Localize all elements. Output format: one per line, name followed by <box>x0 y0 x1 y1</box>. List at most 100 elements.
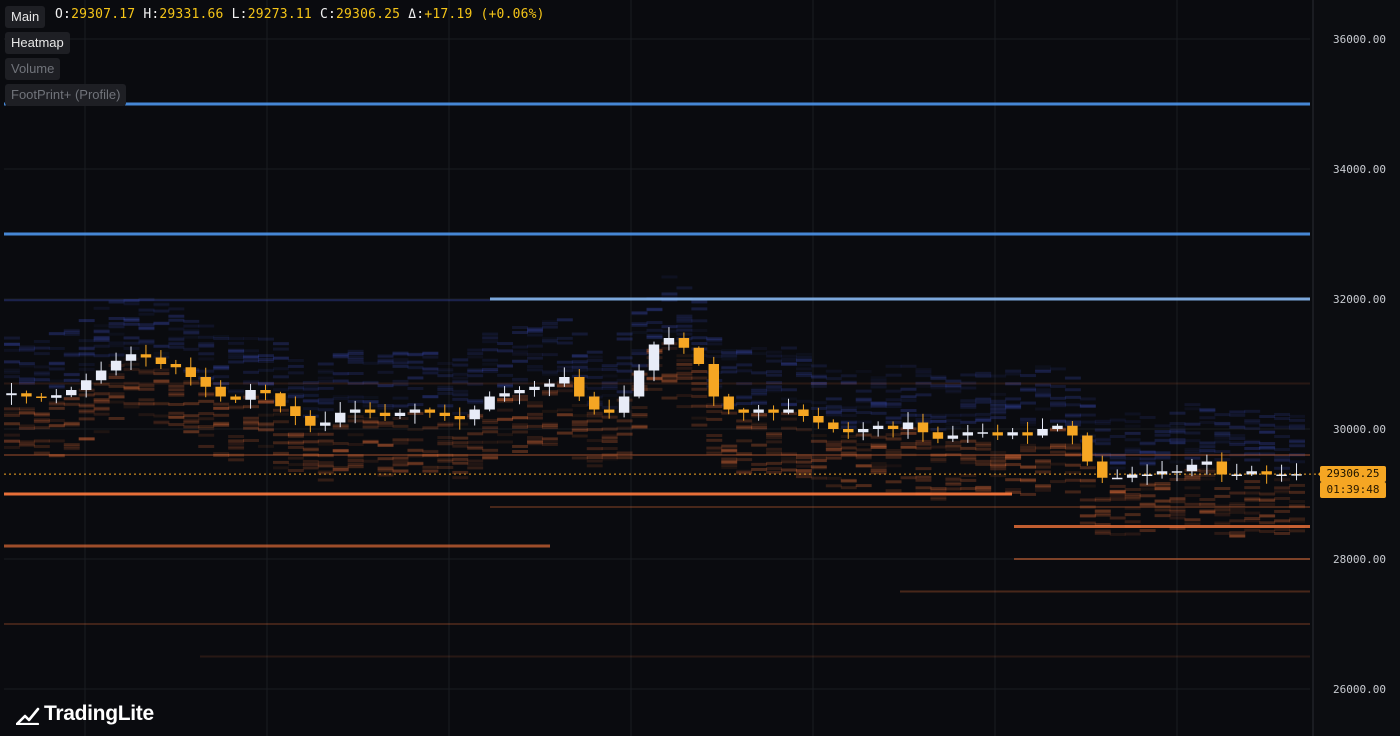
bid-heat-cell <box>332 448 349 452</box>
bid-heat-cell <box>736 458 753 462</box>
bid-heat-cell <box>1139 482 1156 486</box>
candle-body <box>185 367 197 377</box>
ask-heat-cell <box>795 355 812 359</box>
ask-heat-cell <box>168 345 185 349</box>
bid-heat-cell <box>1229 531 1246 535</box>
ask-heat-cell <box>362 401 379 405</box>
bid-heat-cell <box>1124 488 1141 492</box>
ask-heat-cell <box>960 399 977 403</box>
bid-heat-cell <box>287 463 304 467</box>
bid-heat-cell <box>422 450 439 454</box>
ask-heat-cell <box>287 358 304 362</box>
ask-heat-cell <box>377 384 394 388</box>
ask-heat-cell <box>945 390 962 394</box>
ask-heat-cell <box>48 346 65 350</box>
bid-heat-cell <box>168 411 185 415</box>
bid-heat-cell <box>1005 478 1022 482</box>
bid-heat-cell <box>810 458 827 462</box>
ask-heat-cell <box>362 404 379 408</box>
high-value: 29331.66 <box>159 7 224 22</box>
ask-heat-cell <box>392 358 409 362</box>
bid-heat-cell <box>347 442 364 446</box>
bid-heat-cell <box>1154 482 1171 486</box>
ask-heat-cell <box>1035 368 1051 372</box>
bid-heat-cell <box>825 440 842 444</box>
layer-volume-button[interactable]: Volume <box>5 58 61 80</box>
heatmap-chart[interactable] <box>0 0 1400 736</box>
ask-heat-cell <box>168 318 185 322</box>
candle-body <box>828 422 839 429</box>
bid-heat-cell <box>317 432 334 436</box>
ask-heat-cell <box>631 349 648 353</box>
bid-heat-cell <box>526 404 543 408</box>
chart-stage[interactable]: O:29307.17 H:29331.66 L:29273.11 C:29306… <box>0 0 1400 736</box>
ask-heat-cell <box>960 373 977 377</box>
candle-body <box>125 354 137 361</box>
bid-heat-cell <box>258 428 274 432</box>
bid-heat-cell <box>1259 529 1276 533</box>
ask-heat-cell <box>556 341 573 345</box>
bid-heat-cell <box>1169 509 1186 513</box>
ask-heat-cell <box>855 389 872 393</box>
ask-heat-cell <box>4 375 20 379</box>
ask-heat-cell <box>1199 448 1216 452</box>
bid-heat-cell <box>63 397 80 401</box>
high-key: H: <box>143 7 160 22</box>
bid-heat-cell <box>900 442 917 446</box>
bid-heat-cell <box>1079 478 1096 482</box>
bid-heat-cell <box>795 460 812 464</box>
candle-body <box>708 364 719 397</box>
bid-heat-cell <box>541 409 558 413</box>
bid-heat-cell <box>1035 488 1051 492</box>
ask-heat-cell <box>795 399 812 403</box>
candle-body <box>738 409 749 413</box>
layer-heatmap-button[interactable]: Heatmap <box>5 32 70 54</box>
ask-heat-cell <box>646 328 663 332</box>
ask-heat-cell <box>4 336 20 340</box>
ask-heat-cell <box>601 393 618 397</box>
bid-heat-cell <box>586 447 603 451</box>
ask-heat-cell <box>1079 413 1096 417</box>
candle-body <box>95 370 107 381</box>
bid-heat-cell <box>691 387 708 391</box>
bid-heat-cell <box>721 463 738 467</box>
bid-heat-cell <box>795 428 812 432</box>
bid-heat-cell <box>228 442 245 446</box>
layer-main-button[interactable]: Main <box>5 6 46 28</box>
ask-heat-cell <box>497 349 514 353</box>
ask-heat-cell <box>108 332 125 336</box>
ask-heat-cell <box>1064 420 1081 424</box>
bid-heat-cell <box>1169 516 1186 520</box>
ask-heat-cell <box>153 302 170 306</box>
bid-heat-cell <box>616 432 633 436</box>
ask-heat-cell <box>63 378 80 382</box>
bid-heat-cell <box>78 409 95 413</box>
bid-heat-cell <box>795 472 812 476</box>
bid-heat-cell <box>960 457 977 461</box>
bid-heat-cell <box>810 439 827 443</box>
bid-heat-cell <box>1035 465 1051 469</box>
bid-heat-cell <box>676 366 693 370</box>
ask-heat-cell <box>721 365 738 369</box>
ask-heat-cell <box>1214 433 1231 437</box>
bid-heat-cell <box>1274 486 1291 490</box>
ask-heat-cell <box>1184 407 1201 411</box>
ask-heat-cell <box>691 319 708 323</box>
bid-heat-cell <box>571 456 588 460</box>
bid-heat-cell <box>512 450 528 454</box>
bid-heat-cell <box>631 406 648 410</box>
ask-heat-cell <box>63 352 80 356</box>
ask-heat-cell <box>183 347 200 351</box>
bid-heat-cell <box>1199 502 1216 506</box>
ask-heat-cell <box>736 350 753 354</box>
bid-heat-cell <box>482 426 499 430</box>
layer-footprint-button[interactable]: FootPrint+ (Profile) <box>5 84 127 106</box>
bid-heat-cell <box>945 444 962 448</box>
ask-heat-cell <box>870 411 887 415</box>
ask-heat-cell <box>1005 397 1022 401</box>
bid-heat-cell <box>18 407 35 411</box>
bid-heat-cell <box>1154 508 1171 512</box>
bid-heat-cell <box>676 354 693 358</box>
bid-heat-cell <box>810 434 827 438</box>
ask-heat-cell <box>736 363 753 367</box>
